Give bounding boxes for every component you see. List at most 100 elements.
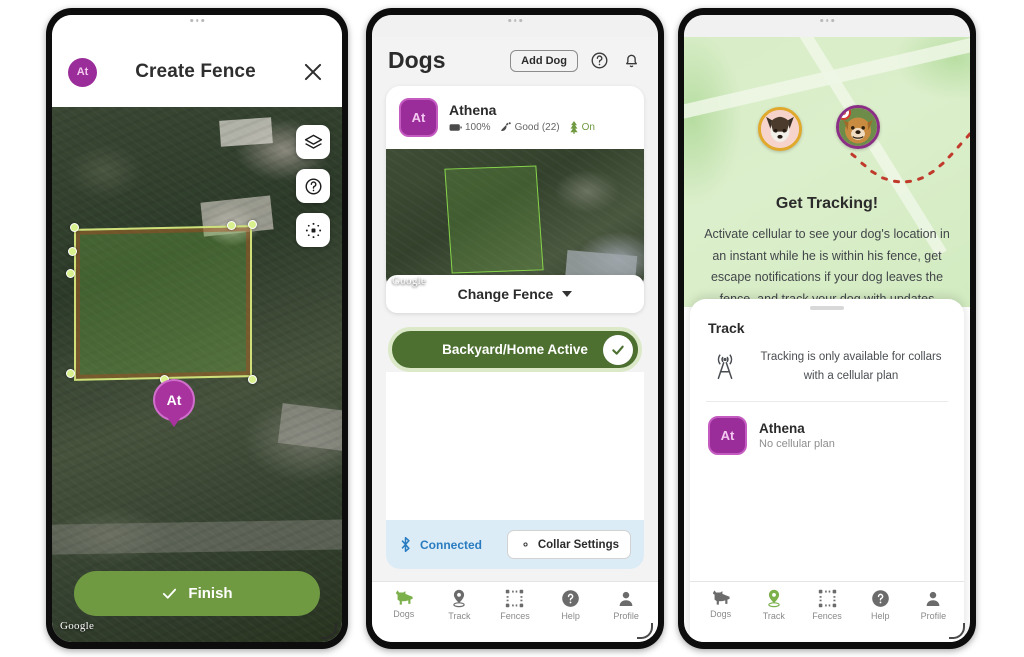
fence-icon bbox=[506, 589, 524, 608]
tab-label: Fences bbox=[812, 611, 842, 621]
three-phone-screenshot-stage: At Create Fence At Google Finish Dogs Ad… bbox=[0, 0, 1024, 657]
phone1-screen: At Create Fence At Google Finish bbox=[52, 15, 342, 642]
map-attribution: Google bbox=[392, 275, 427, 287]
dog-name: Athena bbox=[449, 101, 497, 118]
tab-help[interactable]: Help bbox=[543, 589, 599, 621]
finish-button-label: Finish bbox=[188, 585, 233, 602]
create-fence-header: At Create Fence bbox=[52, 15, 342, 107]
collar-status-value: On bbox=[581, 121, 595, 133]
tab-track[interactable]: Track bbox=[432, 589, 488, 621]
page-title: Create Fence bbox=[135, 61, 256, 82]
home-indicator bbox=[690, 630, 964, 642]
collar-settings-button[interactable]: Collar Settings bbox=[506, 530, 631, 559]
bell-icon[interactable] bbox=[620, 50, 642, 72]
phone3-screen: Get Tracking! Activate cellular to see y… bbox=[684, 15, 970, 642]
track-pin-icon bbox=[768, 589, 780, 608]
phone-dogs-list: Dogs Add Dog At Athena 100% Good (22) On… bbox=[366, 8, 664, 649]
tab-dogs[interactable]: Dogs bbox=[694, 589, 747, 621]
fence-vertex-handle[interactable] bbox=[68, 247, 77, 256]
map-attribution: Google bbox=[60, 620, 95, 632]
finish-button[interactable]: Finish bbox=[74, 571, 320, 616]
map-building bbox=[219, 117, 273, 147]
tab-help[interactable]: Help bbox=[854, 589, 907, 621]
tab-label: Help bbox=[561, 611, 580, 621]
help-icon bbox=[562, 590, 579, 607]
tab-fences[interactable]: Fences bbox=[487, 589, 543, 621]
close-icon[interactable] bbox=[300, 59, 326, 85]
track-bottom-sheet[interactable]: Track Tracking is only available for col… bbox=[690, 299, 964, 642]
active-fence-label: Backyard/Home Active bbox=[442, 342, 588, 357]
help-icon[interactable] bbox=[296, 169, 330, 203]
battery-icon bbox=[449, 123, 462, 131]
tab-label: Dogs bbox=[393, 609, 415, 619]
add-dog-button[interactable]: Add Dog bbox=[510, 49, 578, 72]
bottom-spacer bbox=[372, 569, 658, 581]
fence-vertex-handle[interactable] bbox=[227, 221, 236, 230]
fence-vertex-handle[interactable] bbox=[70, 223, 79, 232]
camera-dots-icon bbox=[508, 19, 522, 22]
tab-dogs[interactable]: Dogs bbox=[376, 589, 432, 621]
cell-tower-icon bbox=[717, 354, 733, 379]
get-tracking-promo: Get Tracking! Activate cellular to see y… bbox=[684, 195, 970, 310]
avatar[interactable]: At bbox=[399, 98, 438, 137]
map-building bbox=[277, 403, 342, 451]
map-controls bbox=[296, 125, 330, 247]
battery-stat: 100% bbox=[449, 122, 491, 133]
check-badge-icon bbox=[603, 334, 633, 365]
locate-icon[interactable] bbox=[296, 213, 330, 247]
fence-outline bbox=[444, 165, 544, 274]
fence-vertex-handle[interactable] bbox=[66, 369, 75, 378]
track-dog-row[interactable]: At Athena No cellular plan bbox=[690, 402, 964, 469]
phone2-screen: Dogs Add Dog At Athena 100% Good (22) On… bbox=[372, 15, 658, 642]
map-road bbox=[52, 519, 342, 555]
fence-vertex-handle[interactable] bbox=[66, 269, 75, 278]
signal-stat: Good (22) bbox=[500, 121, 560, 133]
dog-icon bbox=[712, 590, 730, 605]
layers-icon[interactable] bbox=[296, 125, 330, 159]
tab-track[interactable]: Track bbox=[747, 589, 800, 621]
tab-profile[interactable]: Profile bbox=[598, 589, 654, 621]
help-icon bbox=[871, 590, 889, 607]
tab-profile[interactable]: Profile bbox=[907, 589, 960, 621]
dog-marker-secondary[interactable] bbox=[758, 107, 802, 151]
active-fence-toggle[interactable]: Backyard/Home Active bbox=[388, 327, 642, 372]
fence-vertex-handle[interactable] bbox=[248, 220, 257, 229]
fence-icon bbox=[818, 589, 836, 608]
dog-plan-status: No cellular plan bbox=[759, 438, 835, 451]
camera-dots-icon bbox=[190, 19, 204, 22]
tab-label: Track bbox=[448, 611, 471, 621]
dog-location-marker[interactable]: At bbox=[153, 379, 195, 421]
sheet-title: Track bbox=[708, 320, 745, 336]
dog-marker-primary[interactable] bbox=[836, 105, 880, 149]
fence-vertex-handle[interactable] bbox=[248, 375, 257, 384]
tab-label: Fences bbox=[500, 611, 530, 621]
tracking-unavailable-message: Tracking is only available for collars w… bbox=[690, 336, 964, 401]
tab-label: Dogs bbox=[710, 609, 732, 619]
tab-label: Profile bbox=[920, 611, 947, 621]
dog-summary-row[interactable]: At Athena 100% Good (22) On bbox=[386, 86, 644, 149]
camera-dots-icon bbox=[820, 19, 834, 22]
sheet-filler bbox=[690, 469, 964, 581]
dog-photo bbox=[761, 110, 799, 148]
promo-body: Activate cellular to see your dog's loca… bbox=[704, 227, 950, 306]
tree-icon bbox=[570, 120, 578, 134]
avatar[interactable]: At bbox=[708, 416, 747, 456]
phone-create-fence: At Create Fence At Google Finish bbox=[46, 8, 348, 649]
satellite-map[interactable]: At Google bbox=[52, 107, 342, 642]
signal-value: Good (22) bbox=[514, 121, 560, 133]
fence-polygon[interactable] bbox=[74, 225, 252, 381]
change-fence-label: Change Fence bbox=[457, 286, 554, 302]
battery-value: 100% bbox=[465, 121, 491, 133]
tab-label: Profile bbox=[613, 611, 639, 621]
tab-fences[interactable]: Fences bbox=[800, 589, 853, 621]
gear-icon bbox=[523, 542, 528, 547]
help-icon[interactable] bbox=[588, 50, 610, 72]
profile-icon bbox=[619, 591, 633, 606]
card-spacer bbox=[386, 372, 644, 520]
satellite-icon bbox=[500, 122, 511, 131]
fence-preview-map[interactable]: Google bbox=[386, 149, 644, 291]
chevron-down-icon bbox=[562, 291, 573, 297]
phone-track: Get Tracking! Activate cellular to see y… bbox=[678, 8, 976, 649]
bottom-tab-bar: Dogs Track Fences Help Profile bbox=[690, 581, 964, 630]
dog-card[interactable]: At Athena 100% Good (22) On Google bbox=[386, 86, 644, 291]
